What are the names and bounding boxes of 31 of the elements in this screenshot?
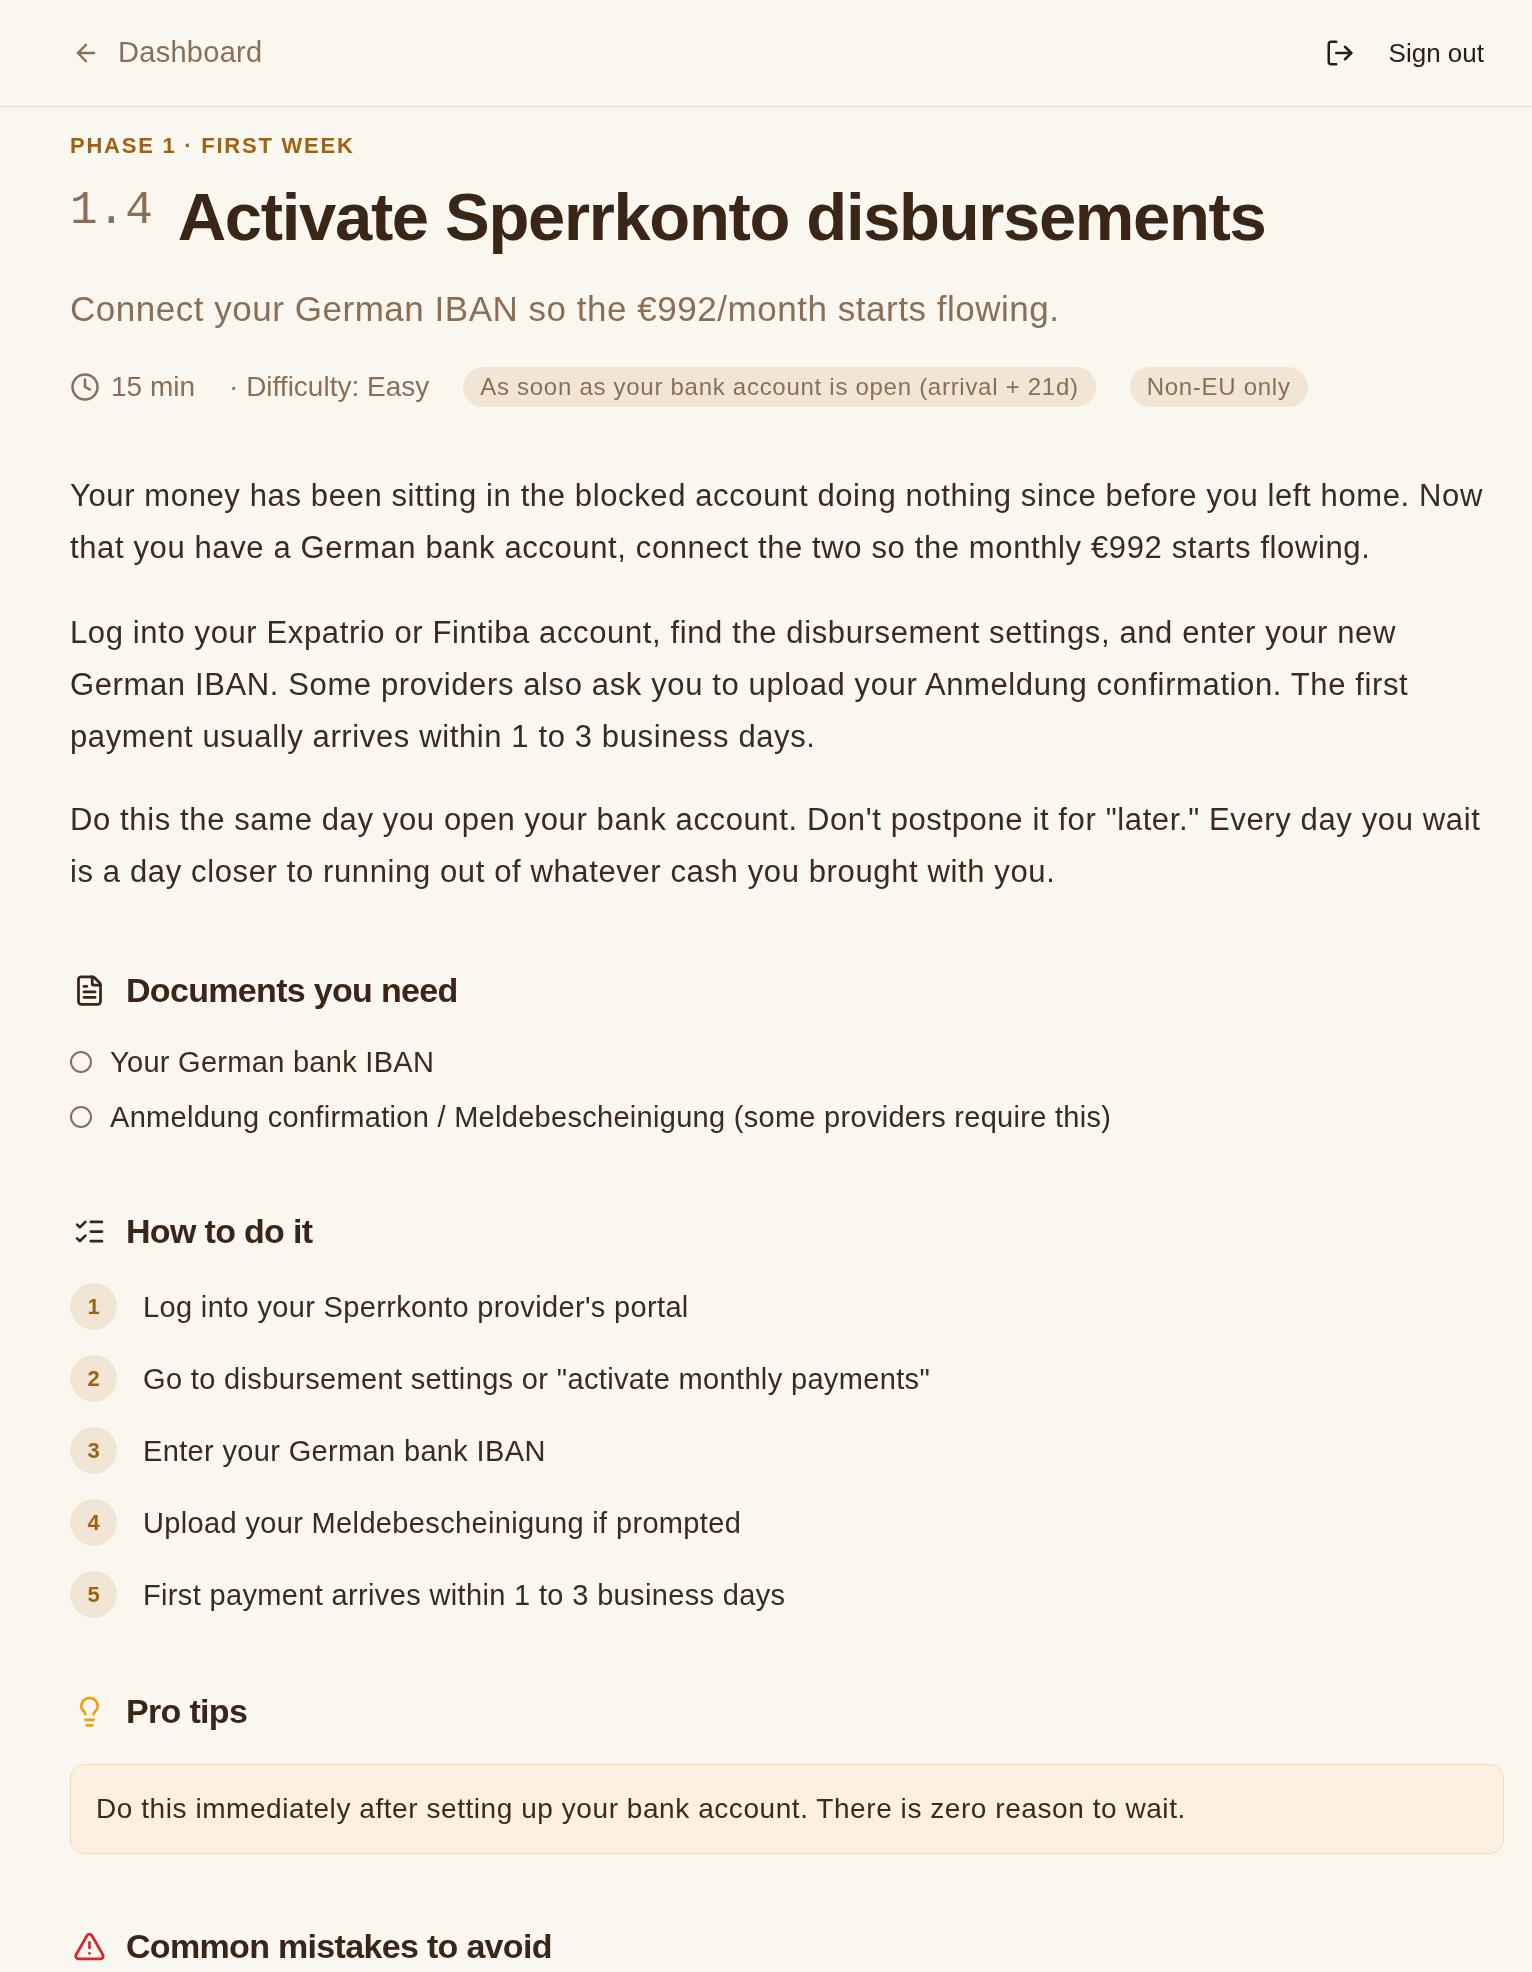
back-link[interactable]: Dashboard: [72, 31, 263, 75]
section-heading: Pro tips: [126, 1691, 248, 1732]
step-text: Enter your German bank IBAN: [143, 1433, 546, 1469]
step-number: 2: [70, 1355, 117, 1402]
sign-out-button[interactable]: Sign out: [1324, 33, 1484, 73]
duration-text: 15 min: [111, 370, 196, 404]
step-number: 5: [70, 1571, 117, 1618]
section-heading: Documents you need: [126, 970, 458, 1011]
body-paragraph: Do this the same day you open your bank account. Don't postpone it for "later." Every day you wait is a day closer to running out of whatever cash you brought with you.: [70, 801, 1482, 891]
body-paragraph: Your money has been sitting in the blocked account doing nothing since before you left home. Now that you have a German bank account, connect the two so the monthly €992 starts flowing.: [70, 477, 1484, 567]
step-text: First payment arrives within 1 to 3 business days: [143, 1577, 786, 1613]
lesson-subtitle: Connect your German IBAN so the €992/month starts flowing.: [70, 288, 1060, 330]
step-number: 1: [70, 1283, 117, 1330]
body-paragraph: Log into your Expatrio or Fintiba account, find the disbursement settings, and enter your new German IBAN. Some providers also ask you to upload your Anmeldung confirmation. The first payment usually arrives within 1 to 3 business days.: [70, 614, 1410, 756]
step-number: 3: [70, 1427, 117, 1474]
document-item: Anmeldung confirmation / Meldebescheinigung (some providers require this): [110, 1100, 1112, 1135]
phase-label: PHASE 1 · FIRST WEEK: [70, 132, 355, 160]
step-number: 4: [70, 1499, 117, 1546]
document-item: Your German bank IBAN: [110, 1045, 435, 1080]
section-heading: How to do it: [126, 1211, 313, 1252]
section-heading: Common mistakes to avoid: [126, 1926, 552, 1967]
step-text: Go to disbursement settings or "activate monthly payments": [143, 1361, 931, 1397]
lesson-title: Activate Sperrkonto disbursements: [177, 179, 1266, 255]
lesson-number: 1.4: [70, 184, 153, 239]
clock-icon: [70, 372, 100, 402]
tip-card: Do this immediately after setting up your bank account. There is zero reason to wait.: [70, 1764, 1504, 1854]
difficulty-text: · Difficulty: Easy: [229, 370, 430, 404]
step-text: Log into your Sperrkonto provider's portal: [143, 1289, 689, 1325]
step-text: Upload your Meldebescheinigung if prompted: [143, 1505, 742, 1541]
tag: As soon as your bank account is open (arrival + 21d): [463, 367, 1096, 407]
tag: Non-EU only: [1129, 367, 1308, 407]
